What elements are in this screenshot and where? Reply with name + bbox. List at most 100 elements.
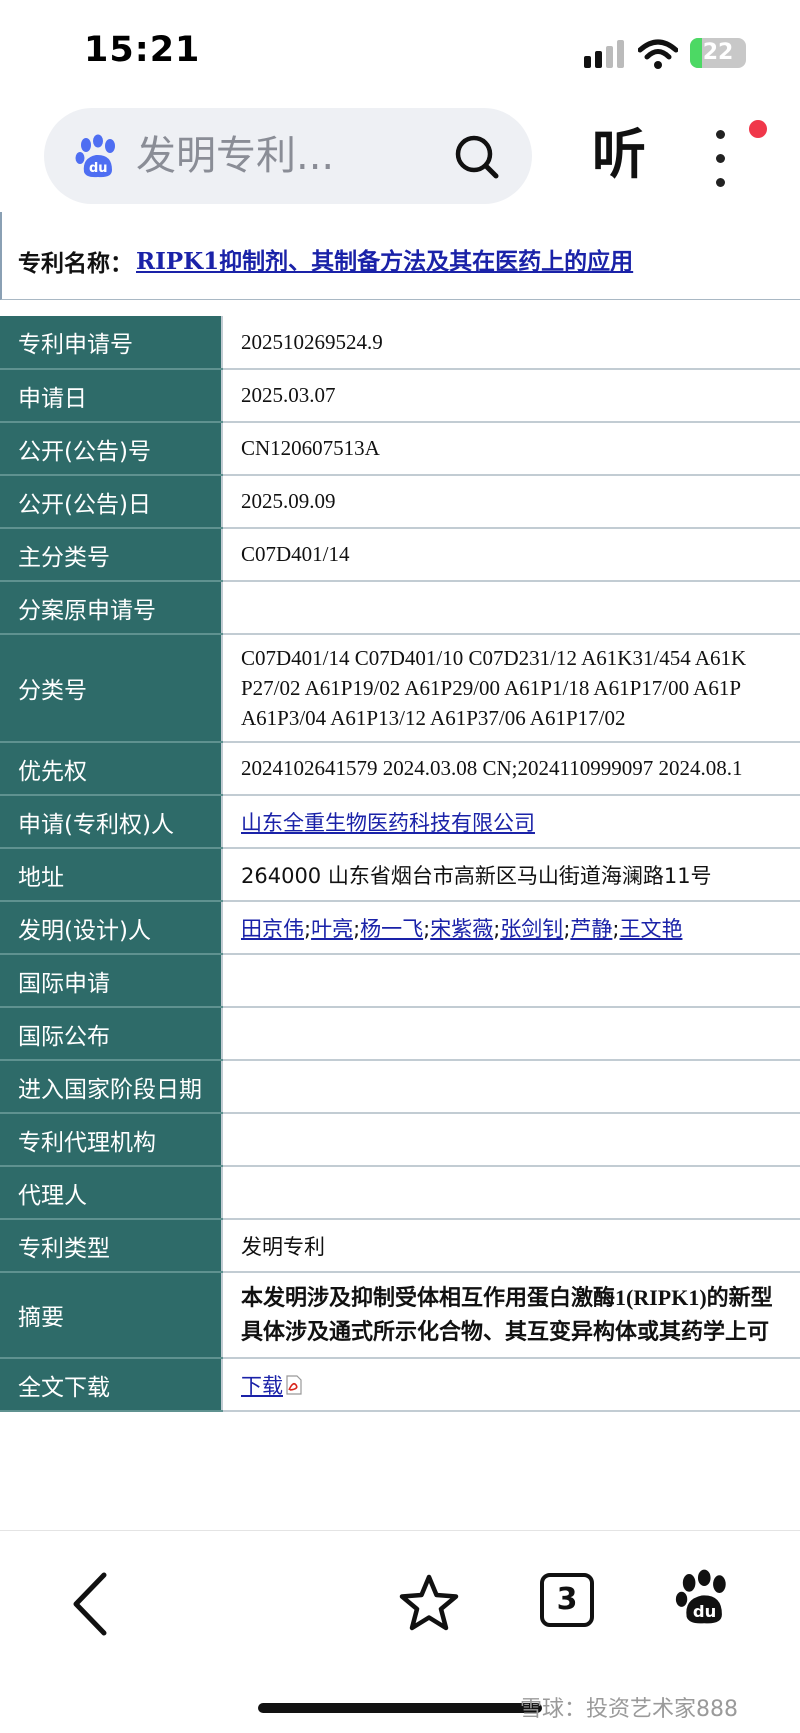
more-icon-dot (716, 178, 725, 187)
row-key: 代理人 (0, 1166, 223, 1220)
row-key: 专利类型 (0, 1219, 223, 1273)
row-key: 发明(设计)人 (0, 901, 223, 955)
row-key: 地址 (0, 848, 223, 902)
agent (222, 1166, 800, 1220)
table-row: 公开(公告)日 2025.09.09 (0, 475, 800, 529)
inventor-link[interactable]: 田京伟 (241, 917, 304, 941)
star-icon[interactable] (398, 1573, 460, 1633)
table-row: 摘要 本发明涉及抑制受体相互作用蛋白激酶1(RIPK1)的新型 具体涉及通式所示… (0, 1272, 800, 1359)
classification-line: A61P3/04 A61P13/12 A61P37/06 A61P17/02 (241, 706, 626, 730)
baidu-paw-icon: du (75, 134, 115, 178)
table-row: 分案原申请号 (0, 581, 800, 635)
back-arrow-icon[interactable] (68, 1571, 112, 1637)
inventor-link[interactable]: 叶亮 (311, 917, 353, 941)
inventor-link[interactable]: 杨一飞 (360, 917, 423, 941)
application-number: 202510269524.9 (222, 316, 800, 370)
svg-text:du: du (89, 161, 108, 176)
table-row: 专利申请号 202510269524.9 (0, 316, 800, 370)
abstract: 本发明涉及抑制受体相互作用蛋白激酶1(RIPK1)的新型 具体涉及通式所示化合物… (222, 1272, 800, 1359)
table-row: 国际申请 (0, 954, 800, 1008)
row-key: 全文下载 (0, 1358, 223, 1412)
more-icon-dot (716, 154, 725, 163)
download-link[interactable]: 下载 (241, 1374, 283, 1398)
row-key: 优先权 (0, 742, 223, 796)
table-row: 优先权 2024102641579 2024.03.08 CN;20241109… (0, 742, 800, 796)
battery-level: 22 (702, 40, 734, 65)
cellular-signal-icon (584, 40, 624, 68)
battery-indicator: 22 (690, 38, 746, 68)
table-row: 发明(设计)人 田京伟;叶亮;杨一飞;宋紫薇;张剑钊;芦静;王文艳 (0, 901, 800, 955)
more-menu-button[interactable] (702, 126, 738, 192)
publication-date: 2025.09.09 (222, 475, 800, 529)
row-key: 专利申请号 (0, 316, 223, 370)
bottom-navigation: 3 du 雪球：投资艺术家888 (0, 1530, 800, 1733)
table-row: 进入国家阶段日期 (0, 1060, 800, 1114)
table-row: 专利类型 发明专利 (0, 1219, 800, 1273)
more-icon-dot (716, 130, 725, 139)
table-row: 申请日 2025.03.07 (0, 369, 800, 423)
priority: 2024102641579 2024.03.08 CN;202411099909… (222, 742, 800, 796)
applicant: 山东全重生物医药科技有限公司 (222, 795, 800, 849)
svg-text:du: du (693, 1602, 716, 1621)
row-key: 进入国家阶段日期 (0, 1060, 223, 1114)
patent-type: 发明专利 (222, 1219, 800, 1273)
table-row: 国际公布 (0, 1007, 800, 1061)
international-application (222, 954, 800, 1008)
main-classification: C07D401/14 (222, 528, 800, 582)
row-key: 申请(专利权)人 (0, 795, 223, 849)
table-row: 分类号 C07D401/14 C07D401/10 C07D231/12 A61… (0, 634, 800, 743)
full-text-download: 下载 (222, 1358, 800, 1412)
abstract-line: 具体涉及通式所示化合物、其互变异构体或其药学上可 (241, 1319, 770, 1344)
status-time: 15:21 (84, 30, 201, 70)
patent-title-bar: 专利名称： RIPK1抑制剂、其制备方法及其在医药上的应用 (0, 212, 800, 300)
inventor-link[interactable]: 张剑钊 (500, 917, 563, 941)
classification-line: C07D401/14 C07D401/10 C07D231/12 A61K31/… (241, 646, 747, 670)
status-bar: 15:21 22 (0, 0, 800, 100)
inventor-link[interactable]: 芦静 (570, 917, 612, 941)
classification-line: P27/02 A61P19/02 A61P29/00 A61P1/18 A61P… (241, 676, 742, 700)
row-key: 专利代理机构 (0, 1113, 223, 1167)
row-key: 分类号 (0, 634, 223, 743)
table-row: 主分类号 C07D401/14 (0, 528, 800, 582)
classification-numbers: C07D401/14 C07D401/10 C07D231/12 A61K31/… (222, 634, 800, 743)
notification-dot-icon (749, 120, 767, 138)
divisional-application (222, 581, 800, 635)
row-key: 申请日 (0, 369, 223, 423)
row-key: 国际公布 (0, 1007, 223, 1061)
row-key: 国际申请 (0, 954, 223, 1008)
national-phase-date (222, 1060, 800, 1114)
abstract-line: 本发明涉及抑制受体相互作用蛋白激酶1(RIPK1)的新型 (241, 1285, 773, 1310)
address: 264000 山东省烟台市高新区马山街道海澜路11号 (222, 848, 800, 902)
row-key: 分案原申请号 (0, 581, 223, 635)
applicant-link[interactable]: 山东全重生物医药科技有限公司 (241, 811, 535, 835)
search-bar[interactable]: du 发明专利... (44, 108, 532, 204)
table-row: 申请(专利权)人 山东全重生物医药科技有限公司 (0, 795, 800, 849)
patent-info-table: 专利申请号 202510269524.9 申请日 2025.03.07 公开(公… (0, 316, 800, 1412)
search-query-text[interactable]: 发明专利... (136, 132, 334, 180)
table-row: 公开(公告)号 CN120607513A (0, 422, 800, 476)
row-key: 公开(公告)号 (0, 422, 223, 476)
application-date: 2025.03.07 (222, 369, 800, 423)
inventor-link[interactable]: 宋紫薇 (430, 917, 493, 941)
baidu-paw-icon[interactable]: du (674, 1569, 732, 1627)
publication-number: CN120607513A (222, 422, 800, 476)
inventors: 田京伟;叶亮;杨一飞;宋紫薇;张剑钊;芦静;王文艳 (222, 901, 800, 955)
tabs-button[interactable]: 3 (540, 1573, 594, 1627)
patent-title-label: 专利名称： (18, 251, 133, 277)
table-row: 地址 264000 山东省烟台市高新区马山街道海澜路11号 (0, 848, 800, 902)
watermark-text: 雪球：投资艺术家888 (520, 1697, 738, 1722)
listen-button[interactable]: 听 (592, 120, 646, 190)
table-row: 代理人 (0, 1166, 800, 1220)
home-indicator[interactable] (258, 1703, 542, 1713)
patent-title-link[interactable]: RIPK1抑制剂、其制备方法及其在医药上的应用 (136, 242, 633, 276)
pdf-icon[interactable] (285, 1374, 303, 1395)
row-key: 公开(公告)日 (0, 475, 223, 529)
row-key: 摘要 (0, 1272, 223, 1359)
patent-agency (222, 1113, 800, 1167)
wifi-icon (638, 39, 678, 69)
international-publication (222, 1007, 800, 1061)
table-row: 专利代理机构 (0, 1113, 800, 1167)
row-key: 主分类号 (0, 528, 223, 582)
search-icon[interactable] (452, 132, 502, 182)
inventor-link[interactable]: 王文艳 (619, 917, 682, 941)
